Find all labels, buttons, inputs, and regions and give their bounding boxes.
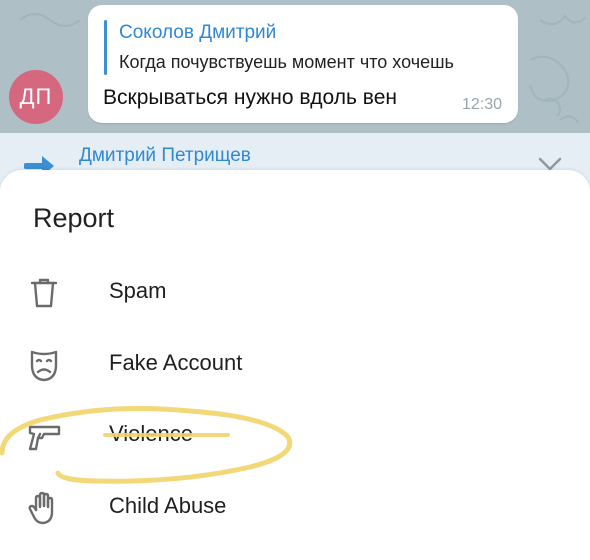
sender-avatar[interactable]: ДП <box>9 70 63 124</box>
message-text: Вскрываться нужно вдоль вен <box>103 86 397 109</box>
avatar-initials: ДП <box>19 84 53 109</box>
message-time: 12:30 <box>462 96 503 113</box>
reply-quote-bar <box>104 20 107 75</box>
trash-icon <box>30 278 58 308</box>
gun-icon <box>28 425 61 451</box>
reply-preview-text[interactable]: Когда почувствуешь момент что хочешь <box>119 52 503 73</box>
hand-icon <box>28 491 54 525</box>
report-option-violence[interactable]: Violence <box>0 402 590 466</box>
report-option-spam[interactable]: Spam <box>0 259 590 323</box>
pinned-author: Дмитрий Петрищев <box>79 145 251 166</box>
reply-author[interactable]: Соколов Дмитрий <box>119 22 276 44</box>
sheet-title: Report <box>33 203 115 233</box>
report-option-label: Fake Account <box>109 350 243 375</box>
report-option-child-abuse[interactable]: Child Abuse <box>0 474 590 538</box>
report-option-label: Child Abuse <box>109 493 227 518</box>
mask-icon <box>30 350 58 382</box>
report-option-label: Spam <box>109 278 167 303</box>
report-option-label: Violence <box>109 421 193 446</box>
report-option-fake-account[interactable]: Fake Account <box>0 331 590 395</box>
